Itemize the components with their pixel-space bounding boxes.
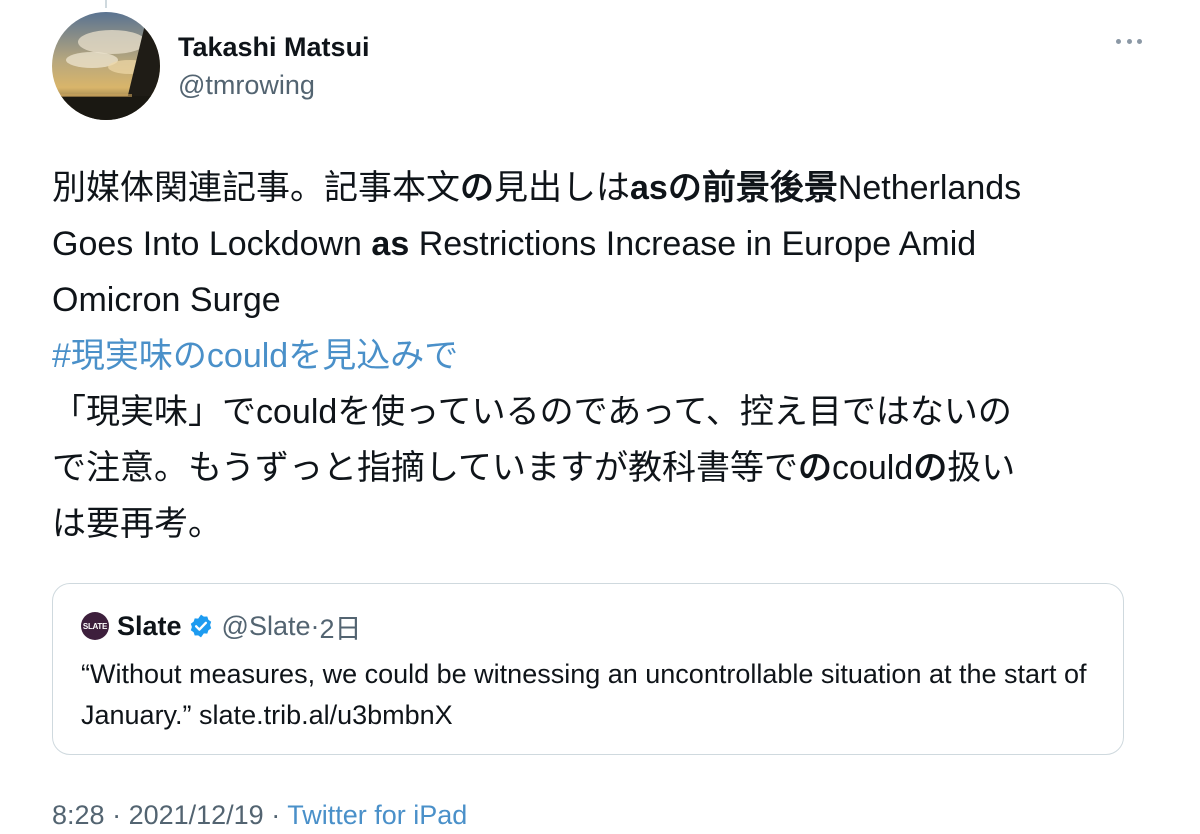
separator: · [104, 800, 129, 830]
separator: · [310, 610, 320, 641]
tweet-text: 別媒体関連記事。記事本文の見出しはasの前景後景Netherlands Goes… [52, 160, 1152, 552]
tweet-line: Goes Into Lockdown as Restrictions Incre… [52, 216, 1152, 272]
separator: · [263, 800, 288, 830]
bold-segment: asの前景後景 [630, 169, 838, 207]
text-segment: Goes Into Lockdown [52, 225, 372, 263]
tweet-line: 「現実味」でcouldを使っているのであって、控え目ではないの [52, 393, 1012, 431]
text-segment: Restrictions Increase in Europe Amid [409, 225, 977, 263]
text-segment: 見出しは [494, 169, 630, 207]
text-segment: 扱い [947, 449, 1016, 487]
quoted-tweet-text: “Without measures, we could be witnessin… [81, 654, 1091, 736]
tweet-meta: 8:28 · 2021/12/19 · Twitter for iPad [52, 800, 467, 831]
quoted-author-handle[interactable]: @Slate [222, 611, 311, 642]
quoted-tweet[interactable]: SLATE Slate @Slate · 2日 “Without measure… [52, 583, 1124, 755]
bold-segment: の [913, 449, 948, 487]
bold-segment: の [460, 169, 494, 207]
text-segment: Netherlands [837, 169, 1022, 207]
quoted-timestamp[interactable]: 2日 [320, 607, 362, 646]
more-options-icon[interactable] [1116, 34, 1142, 48]
text-segment: 別媒体関連記事。記事本文 [52, 169, 460, 207]
dot [1116, 38, 1121, 44]
verified-badge-icon [188, 613, 214, 639]
author-handle[interactable]: @tmrowing [178, 70, 315, 101]
tweet-date[interactable]: 2021/12/19 [129, 800, 264, 830]
tweet-time[interactable]: 8:28 [52, 800, 105, 830]
slate-logo-icon[interactable]: SLATE [81, 612, 109, 640]
dot [1126, 38, 1132, 44]
tweet-line: で注意。もうずっと指摘していますが教科書等でのcouldの扱い [52, 440, 1152, 496]
quoted-tweet-header: SLATE Slate @Slate · 2日 [81, 608, 362, 644]
quoted-link[interactable]: slate.trib.al/u3bmbnX [199, 700, 453, 730]
author-name[interactable]: Takashi Matsui [178, 32, 370, 63]
tweet-header: Takashi Matsui @tmrowing [52, 12, 1152, 124]
quoted-author-name[interactable]: Slate [117, 611, 182, 642]
dot [1137, 38, 1142, 44]
tweet-line: 別媒体関連記事。記事本文の見出しはasの前景後景Netherlands [52, 160, 1152, 216]
thread-connector-line [105, 0, 107, 8]
bold-segment: as [371, 225, 410, 263]
text-segment: で注意。もうずっと指摘していますが教科書等で [52, 449, 798, 487]
tweet-source-link[interactable]: Twitter for iPad [287, 800, 467, 830]
tweet-line: Omicron Surge [52, 281, 281, 319]
tweet-line: は要再考。 [52, 505, 222, 543]
text-segment: could [831, 449, 914, 487]
hashtag-link[interactable]: #現実味のcouldを見込みで [52, 328, 1152, 384]
avatar[interactable] [52, 12, 160, 120]
bold-segment: の [797, 449, 832, 487]
